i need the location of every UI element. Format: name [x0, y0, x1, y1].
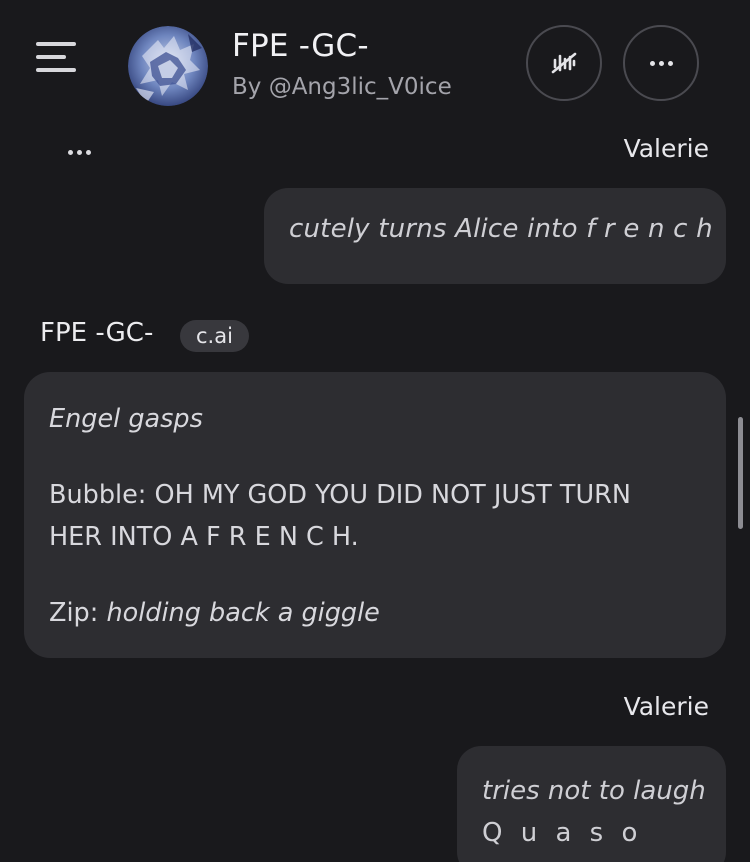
character-message-bubble[interactable]: Engel gasps Bubble: OH MY GOD YOU DID NO… [24, 372, 726, 658]
voice-muted-icon [551, 52, 577, 74]
voice-toggle-button[interactable] [526, 25, 602, 101]
user-message-bubble[interactable]: tries not to laugh Q u a s o [457, 746, 726, 862]
message-line: Bubble: OH MY GOD YOU DID NOT JUST TURN [49, 480, 631, 510]
speaker-prefix: Zip: [49, 598, 107, 628]
action-text: holding back a giggle [106, 598, 380, 628]
user-message-bubble[interactable]: cutely turns Alice into f r e n c h [264, 188, 726, 284]
scrollbar-thumb[interactable] [738, 417, 743, 529]
character-avatar[interactable] [128, 26, 208, 106]
character-name[interactable]: FPE -GC- [232, 28, 369, 64]
character-sender-name: FPE -GC- [40, 318, 154, 348]
message-line: tries not to laugh [482, 776, 706, 806]
chat-screen: FPE -GC- By @Ang3lic_V0ice Valerie cutel… [0, 0, 750, 862]
message-text: cutely turns Alice into f r e n c h [289, 214, 713, 244]
message-options-icon[interactable] [68, 150, 91, 155]
message-line: Q u a s o [482, 818, 643, 848]
sender-name: Valerie [623, 134, 709, 163]
message-line: Engel gasps [49, 404, 203, 434]
more-options-button[interactable] [623, 25, 699, 101]
message-line: HER INTO A F R E N C H. [49, 522, 359, 552]
message-line: Zip: holding back a giggle [49, 592, 702, 634]
sender-name: Valerie [623, 692, 709, 721]
cai-badge: c.ai [180, 320, 249, 352]
creator-byline[interactable]: By @Ang3lic_V0ice [232, 74, 452, 100]
more-horizontal-icon [649, 60, 673, 66]
hamburger-menu-icon[interactable] [36, 42, 76, 72]
